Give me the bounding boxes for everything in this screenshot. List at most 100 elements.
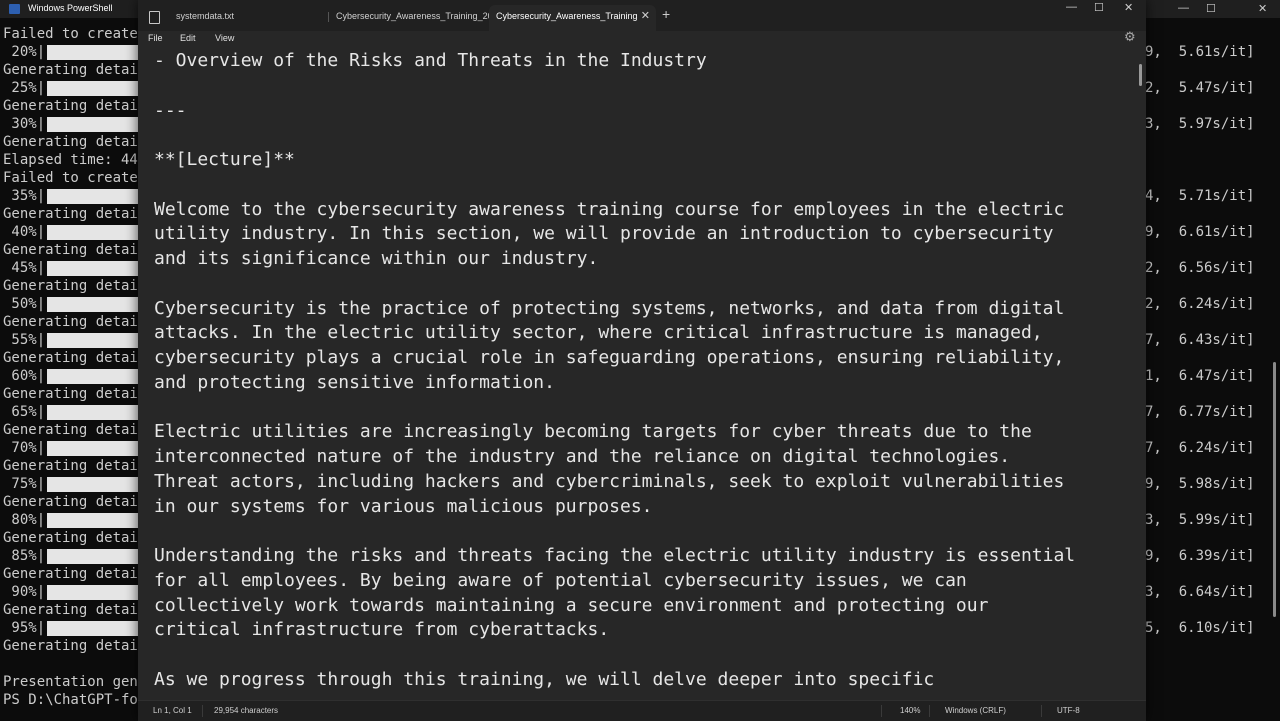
console-rate: 2, 5.47s/it]	[1145, 80, 1255, 96]
console-line: Generating detai	[3, 530, 138, 546]
progress-bar	[47, 405, 142, 420]
encoding[interactable]: UTF-8	[1057, 706, 1080, 715]
console-rate: 3, 5.99s/it]	[1145, 512, 1255, 528]
console-line: 95%|	[3, 620, 46, 636]
console-rate: 3, 6.64s/it]	[1145, 584, 1255, 600]
console-rate: 2, 6.56s/it]	[1145, 260, 1255, 276]
ps-minimize-button[interactable]: —	[1178, 2, 1189, 14]
notepad-window: systemdata.txt Cybersecurity_Awareness_T…	[138, 0, 1146, 721]
editor-line: - Overview of the Risks and Threats in t…	[154, 50, 707, 71]
console-line: Presentation gen	[3, 674, 138, 690]
editor-line: interconnected nature of the industry an…	[154, 446, 1011, 467]
console-line: PS D:\ChatGPT-fo	[3, 692, 138, 708]
powershell-scrollbar[interactable]	[1273, 362, 1276, 617]
editor-line: Cybersecurity is the practice of protect…	[154, 297, 1065, 319]
powershell-title: Windows PowerShell	[28, 3, 113, 13]
close-tab-icon[interactable]: ✕	[641, 5, 650, 27]
tab-label: Cybersecurity_Awareness_Training_2024-0	[336, 11, 496, 21]
editor-scrollbar[interactable]	[1139, 64, 1142, 86]
status-divider	[1041, 705, 1042, 717]
tab-label: systemdata.txt	[176, 11, 235, 21]
console-line: Generating detai	[3, 494, 138, 510]
console-rate: 2, 6.24s/it]	[1145, 296, 1255, 312]
console-rate: 7, 6.43s/it]	[1145, 332, 1255, 348]
progress-bar	[47, 333, 142, 348]
console-rate: 4, 5.71s/it]	[1145, 188, 1255, 204]
tab-systemdata[interactable]: systemdata.txt	[168, 5, 326, 31]
console-line: 60%|	[3, 368, 46, 384]
console-rate: 3, 5.97s/it]	[1145, 116, 1255, 132]
console-line: Generating detai	[3, 98, 138, 114]
cursor-position: Ln 1, Col 1	[153, 706, 192, 715]
ps-maximize-button[interactable]: ☐	[1206, 2, 1216, 15]
editor-line: Threat actors, including hackers and cyb…	[154, 470, 1065, 492]
editor-line: As we progress through this training, we…	[154, 668, 935, 690]
tab-training-dated[interactable]: Cybersecurity_Awareness_Training_2024-0	[328, 5, 496, 31]
console-line: Failed to create	[3, 170, 138, 186]
console-line: Generating detai	[3, 206, 138, 222]
menu-file[interactable]: File	[148, 31, 163, 45]
editor-line: collectively work towards maintaining a …	[154, 594, 989, 616]
tab-bar: systemdata.txt Cybersecurity_Awareness_T…	[138, 0, 1146, 31]
console-rate: 9, 6.61s/it]	[1145, 224, 1255, 240]
progress-bar	[47, 117, 142, 132]
console-line: Generating detai	[3, 314, 138, 330]
console-line: 65%|	[3, 404, 46, 420]
editor-line: attacks. In the electric utility sector,…	[154, 322, 1043, 344]
progress-bar	[47, 189, 142, 204]
editor-line: Understanding the risks and threats faci…	[154, 545, 1076, 566]
new-tab-button[interactable]: +	[662, 6, 670, 22]
line-ending[interactable]: Windows (CRLF)	[945, 706, 1006, 715]
status-bar: Ln 1, Col 1 29,954 characters 140% Windo…	[138, 700, 1146, 721]
editor-line: utility industry. In this section, we wi…	[154, 223, 1054, 245]
console-rate: 9, 5.61s/it]	[1145, 44, 1255, 60]
console-rate: 9, 6.39s/it]	[1145, 548, 1255, 564]
console-rate: 5, 6.10s/it]	[1145, 620, 1255, 636]
progress-bar	[47, 45, 142, 60]
notepad-icon	[149, 11, 160, 24]
console-line: 20%|	[3, 44, 46, 60]
console-line: 50%|	[3, 296, 46, 312]
console-line: Generating detai	[3, 386, 138, 402]
console-line: 35%|	[3, 188, 46, 204]
progress-bar	[47, 477, 142, 492]
console-line: 55%|	[3, 332, 46, 348]
editor-line: for all employees. By being aware of pot…	[154, 569, 967, 591]
console-line: Generating detai	[3, 278, 138, 294]
progress-bar	[47, 585, 142, 600]
console-line: Generating detai	[3, 638, 138, 654]
progress-bar	[47, 513, 142, 528]
progress-bar	[47, 225, 142, 240]
ps-close-button[interactable]: ✕	[1258, 2, 1267, 15]
console-rate: 1, 6.47s/it]	[1145, 368, 1255, 384]
powershell-icon	[9, 4, 20, 14]
editor-line: ---	[154, 99, 187, 121]
settings-gear-icon[interactable]: ⚙	[1124, 30, 1136, 45]
tab-label: Cybersecurity_Awareness_Training	[496, 11, 638, 21]
status-divider	[881, 705, 882, 717]
menu-view[interactable]: View	[215, 31, 234, 45]
status-divider	[929, 705, 930, 717]
progress-bar	[47, 261, 142, 276]
console-line: 85%|	[3, 548, 46, 564]
console-line: Generating detai	[3, 422, 138, 438]
console-line: Generating detai	[3, 458, 138, 474]
console-line: 75%|	[3, 476, 46, 492]
minimize-button[interactable]: —	[1066, 1, 1077, 13]
menu-bar: File Edit View ⚙	[138, 30, 1146, 47]
console-rate: 7, 6.77s/it]	[1145, 404, 1255, 420]
console-line: Generating detai	[3, 242, 138, 258]
zoom-level[interactable]: 140%	[900, 706, 920, 715]
text-editor[interactable]: - Overview of the Risks and Threats in t…	[138, 47, 1138, 699]
close-button[interactable]: ✕	[1124, 1, 1133, 14]
character-count: 29,954 characters	[214, 706, 279, 715]
console-line: 40%|	[3, 224, 46, 240]
progress-bar	[47, 81, 142, 96]
status-divider	[202, 705, 203, 717]
console-rate: 7, 6.24s/it]	[1145, 440, 1255, 456]
menu-edit[interactable]: Edit	[180, 31, 196, 45]
editor-line: Electric utilities are increasingly beco…	[154, 421, 1032, 443]
progress-bar	[47, 621, 142, 636]
tab-training-active[interactable]: Cybersecurity_Awareness_Training ✕	[489, 5, 656, 31]
maximize-button[interactable]: ☐	[1094, 1, 1104, 14]
